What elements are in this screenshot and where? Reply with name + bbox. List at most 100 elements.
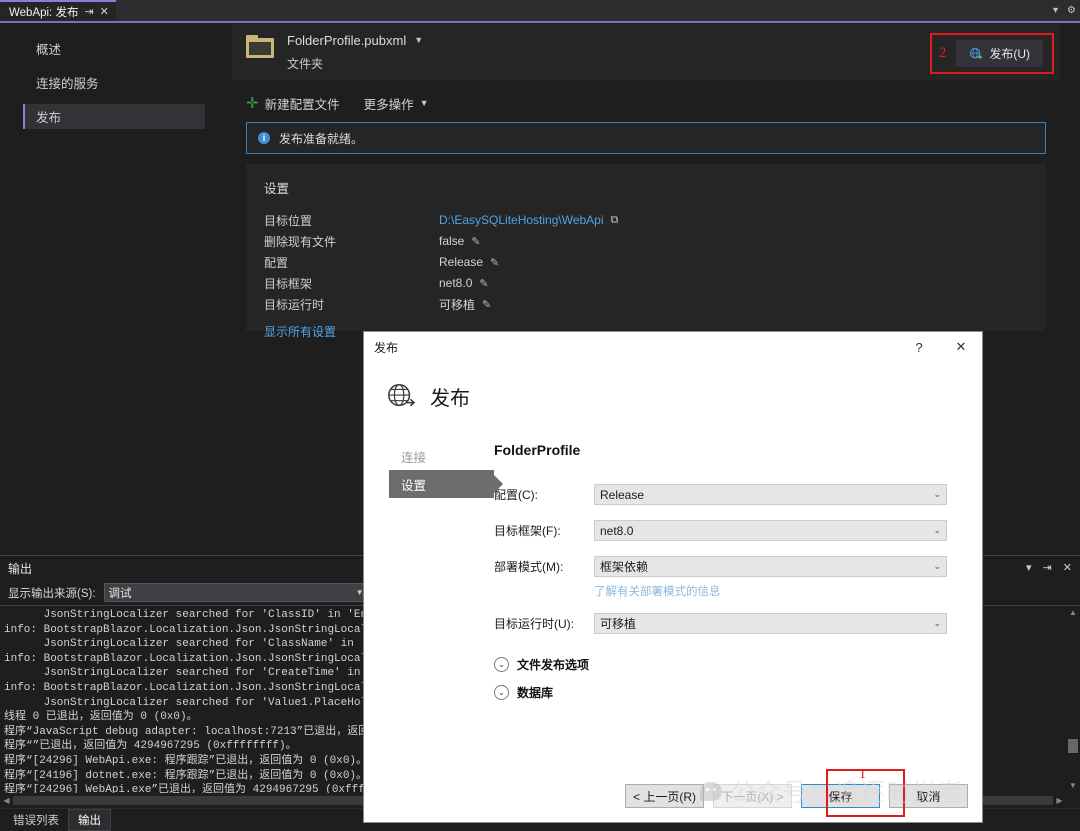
dialog-body: 连接 设置 FolderProfile 配置(C): Release ⌄ 目标框… xyxy=(364,420,982,712)
setting-key: 目标运行时 xyxy=(264,296,439,313)
field-configuration: 配置(C): Release ⌄ xyxy=(494,484,947,505)
output-source-select[interactable]: 调试 ▼ xyxy=(104,583,369,602)
previous-button[interactable]: < 上一页(R) xyxy=(625,784,704,808)
field-target-runtime: 目标运行时(U): 可移植 ⌄ xyxy=(494,613,947,634)
target-framework-value: net8.0 xyxy=(600,524,633,538)
dialog-nav-item-connection[interactable]: 连接 xyxy=(389,442,494,470)
configuration-select[interactable]: Release ⌄ xyxy=(594,484,947,505)
close-icon[interactable]: ✕ xyxy=(1063,563,1072,574)
profile-header: FolderProfile.pubxml ▼ 文件夹 2 发布(U) xyxy=(232,24,1060,80)
chevron-down-icon[interactable]: ▾ xyxy=(1026,563,1032,574)
configuration-value: Release xyxy=(600,488,644,502)
deployment-mode-select[interactable]: 框架依赖 ⌄ xyxy=(594,556,947,577)
dialog-nav-item-settings[interactable]: 设置 xyxy=(389,470,494,498)
gear-icon[interactable]: ⚙ xyxy=(1067,6,1076,16)
field-label: 目标运行时(U): xyxy=(494,615,594,632)
sidebar-item-connected-services[interactable]: 连接的服务 xyxy=(24,70,205,95)
tab-output[interactable]: 输出 xyxy=(68,809,111,831)
more-actions-button[interactable]: 更多操作 ▼ xyxy=(364,94,429,113)
scroll-right-arrow-icon[interactable]: ▶ xyxy=(1053,796,1066,805)
sidebar-item-label: 连接的服务 xyxy=(36,73,99,92)
chevron-down-icon: ⌄ xyxy=(494,657,509,672)
save-button-annotation: 1 xyxy=(826,769,905,817)
visual-studio-window: WebApi: 发布 ⇥ ✕ ▾ ⚙ 概述 连接的服务 发布 Fold xyxy=(0,0,1080,831)
publish-button-label: 发布(U) xyxy=(989,45,1030,62)
tab-label: 输出 xyxy=(78,812,101,828)
annotation-number-1: 1 xyxy=(859,767,866,783)
close-icon[interactable]: ✕ xyxy=(940,332,982,362)
pencil-icon[interactable]: ✎ xyxy=(490,256,499,269)
publish-ready-banner: i 发布准备就绪。 xyxy=(246,122,1046,154)
scrollbar-thumb[interactable] xyxy=(1068,739,1078,753)
tab-error-list[interactable]: 错误列表 xyxy=(4,809,68,831)
chevron-down-icon[interactable]: ▼ xyxy=(414,36,423,45)
publish-globe-icon xyxy=(969,47,983,61)
next-button: 下一页(X) > xyxy=(713,784,792,808)
document-tab-strip: WebApi: 发布 ⇥ ✕ ▾ ⚙ xyxy=(0,0,1080,22)
new-profile-button[interactable]: ✛ 新建配置文件 xyxy=(246,94,340,113)
question-mark-icon[interactable]: ? xyxy=(898,332,940,362)
button-label: < 上一页(R) xyxy=(633,788,696,805)
profile-type: 文件夹 xyxy=(287,55,423,72)
pencil-icon[interactable]: ✎ xyxy=(482,298,491,311)
pencil-icon[interactable]: ✎ xyxy=(479,277,488,290)
settings-title: 设置 xyxy=(264,178,1028,197)
banner-text: 发布准备就绪。 xyxy=(279,130,363,147)
annotation-number-2: 2 xyxy=(939,45,947,62)
output-source-value: 调试 xyxy=(109,585,132,601)
copy-icon[interactable]: ⧉ xyxy=(611,214,619,227)
setting-key: 目标位置 xyxy=(264,212,439,229)
button-label: 取消 xyxy=(916,788,940,805)
setting-row-configuration: 配置 Release ✎ xyxy=(264,252,1028,272)
setting-key: 配置 xyxy=(264,254,439,271)
setting-value: 可移植 ✎ xyxy=(439,296,491,313)
tab-label: 错误列表 xyxy=(13,812,59,828)
scroll-down-arrow-icon[interactable]: ▼ xyxy=(1066,779,1080,793)
chevron-down-icon: ⌄ xyxy=(933,561,941,572)
info-icon: i xyxy=(258,132,270,144)
sidebar-item-publish[interactable]: 发布 xyxy=(24,104,205,129)
close-icon[interactable]: ✕ xyxy=(100,7,109,18)
deployment-mode-value: 框架依赖 xyxy=(600,558,648,575)
new-profile-label: 新建配置文件 xyxy=(265,94,340,113)
dialog-hero-title: 发布 xyxy=(430,382,470,411)
setting-value[interactable]: D:\EasySQLiteHosting\WebApi ⧉ xyxy=(439,213,618,227)
setting-row-target-location: 目标位置 D:\EasySQLiteHosting\WebApi ⧉ xyxy=(264,210,1028,230)
target-runtime-value: 可移植 xyxy=(600,615,636,632)
pin-icon[interactable]: ⇥ xyxy=(84,7,93,18)
publish-button[interactable]: 发布(U) xyxy=(956,40,1043,67)
sidebar-item-overview[interactable]: 概述 xyxy=(24,36,205,61)
publish-dialog: 发布 ? ✕ 发布 连接 设置 xyxy=(363,331,983,823)
document-tab-label: WebApi: 发布 xyxy=(9,4,78,20)
expander-database[interactable]: ⌄ 数据库 xyxy=(494,684,947,701)
field-label: 配置(C): xyxy=(494,486,594,503)
document-tab-webapi-publish[interactable]: WebApi: 发布 ⇥ ✕ xyxy=(0,0,116,22)
target-framework-select[interactable]: net8.0 ⌄ xyxy=(594,520,947,541)
dialog-title-bar: 发布 ? ✕ xyxy=(364,332,982,362)
target-runtime-select[interactable]: 可移植 ⌄ xyxy=(594,613,947,634)
deployment-mode-help-link[interactable]: 了解有关部署模式的信息 xyxy=(594,583,947,599)
field-label: 部署模式(M): xyxy=(494,558,594,575)
publish-sidebar: 概述 连接的服务 发布 xyxy=(0,24,230,551)
field-deployment-mode: 部署模式(M): 框架依赖 ⌄ xyxy=(494,556,947,577)
scroll-up-arrow-icon[interactable]: ▲ xyxy=(1066,606,1080,620)
setting-value-text: false xyxy=(439,234,464,248)
chevron-down-icon[interactable]: ▾ xyxy=(1053,6,1058,16)
setting-key: 删除现有文件 xyxy=(264,233,439,250)
pencil-icon[interactable]: ✎ xyxy=(471,235,480,248)
expander-label: 文件发布选项 xyxy=(517,656,589,673)
sidebar-item-label: 发布 xyxy=(36,107,61,126)
expander-label: 数据库 xyxy=(517,684,553,701)
publish-button-annotation: 2 发布(U) xyxy=(930,33,1054,74)
folder-icon xyxy=(246,35,274,58)
scroll-left-arrow-icon[interactable]: ◀ xyxy=(0,796,13,805)
output-source-label: 显示输出来源(S): xyxy=(8,585,96,601)
dialog-form: FolderProfile 配置(C): Release ⌄ 目标框架(F): … xyxy=(494,442,982,712)
setting-value-text: 可移植 xyxy=(439,296,475,313)
setting-value-text: D:\EasySQLiteHosting\WebApi xyxy=(439,213,604,227)
pin-icon[interactable]: ⇥ xyxy=(1043,563,1052,574)
output-panel-title: 输出 xyxy=(8,560,32,577)
expander-file-publish-options[interactable]: ⌄ 文件发布选项 xyxy=(494,656,947,673)
plus-icon: ✛ xyxy=(246,96,259,111)
output-vertical-scrollbar[interactable]: ▲ ▼ xyxy=(1066,606,1080,793)
